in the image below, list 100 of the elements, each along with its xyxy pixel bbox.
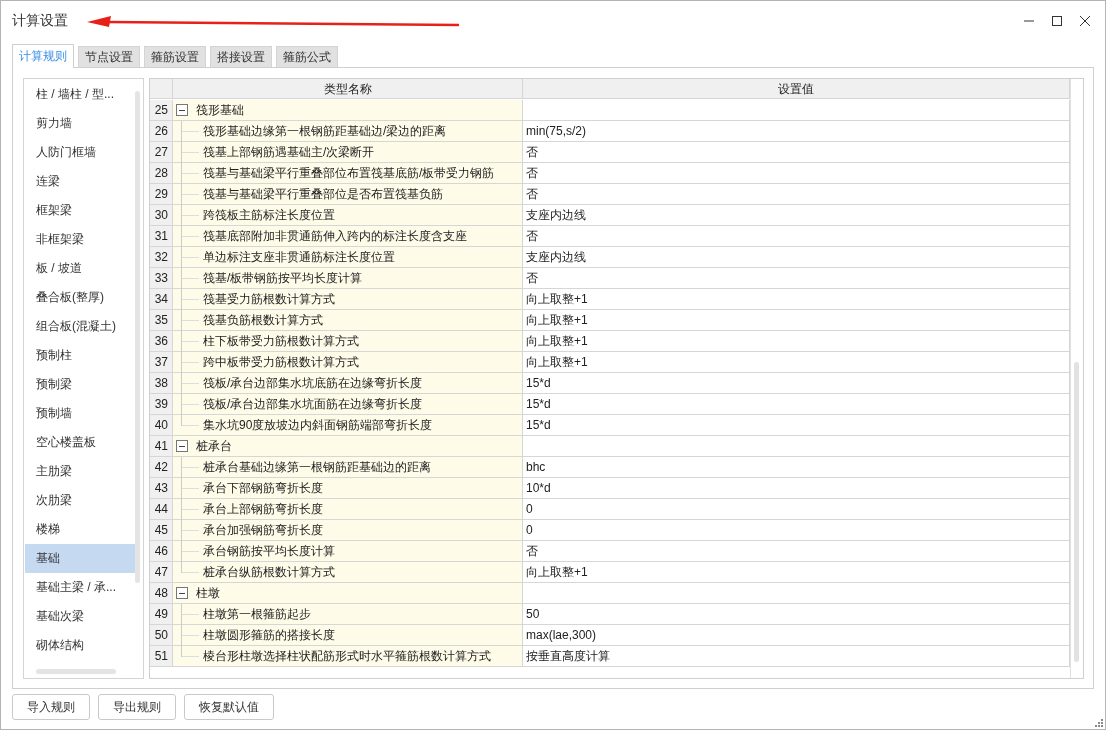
action-button[interactable]: 导出规则 [98, 694, 176, 720]
setting-name: 筏板/承台边部集水坑底筋在边缘弯折长度 [203, 374, 423, 392]
sidebar-item[interactable]: 叠合板(整厚) [25, 283, 135, 312]
close-icon[interactable] [1079, 15, 1091, 27]
sidebar-item[interactable]: 预制柱 [25, 341, 135, 370]
setting-value[interactable]: 向上取整+1 [523, 310, 1070, 331]
sidebar-item[interactable]: 基础次梁 [25, 602, 135, 631]
setting-value[interactable]: 50 [523, 604, 1070, 625]
sidebar-item[interactable]: 框架梁 [25, 196, 135, 225]
action-button[interactable]: 导入规则 [12, 694, 90, 720]
setting-name: 承台上部钢筋弯折长度 [203, 500, 323, 518]
setting-name: 柱墩圆形箍筋的搭接长度 [203, 626, 335, 644]
tab[interactable]: 节点设置 [78, 46, 140, 67]
row-number: 38 [150, 373, 173, 394]
setting-value[interactable]: 向上取整+1 [523, 352, 1070, 373]
maximize-icon[interactable] [1051, 15, 1063, 27]
column-header[interactable]: 类型名称 [173, 79, 523, 99]
tab[interactable]: 搭接设置 [210, 46, 272, 67]
setting-name: 筏板/承台边部集水坑面筋在边缘弯折长度 [203, 395, 423, 413]
setting-value[interactable]: max(lae,300) [523, 625, 1070, 646]
sidebar-item[interactable]: 预制墙 [25, 399, 135, 428]
sidebar-item[interactable]: 预制梁 [25, 370, 135, 399]
setting-name: 筏基受力筋根数计算方式 [203, 290, 335, 308]
setting-value[interactable]: 向上取整+1 [523, 562, 1070, 583]
sidebar-item[interactable]: 主肋梁 [25, 457, 135, 486]
table-cell[interactable] [523, 436, 1070, 457]
sidebar-item[interactable]: 基础主梁 / 承... [25, 573, 135, 602]
setting-value[interactable]: 15*d [523, 373, 1070, 394]
row-number: 44 [150, 499, 173, 520]
action-button[interactable]: 恢复默认值 [184, 694, 274, 720]
sidebar-item[interactable]: 连梁 [25, 167, 135, 196]
setting-value[interactable]: bhc [523, 457, 1070, 478]
setting-value[interactable]: min(75,s/2) [523, 121, 1070, 142]
row-number: 36 [150, 331, 173, 352]
row-number: 42 [150, 457, 173, 478]
tab[interactable]: 计算规则 [12, 44, 74, 68]
setting-value[interactable]: 支座内边线 [523, 205, 1070, 226]
row-number: 41 [150, 436, 173, 457]
sidebar-item[interactable]: 楼梯 [25, 515, 135, 544]
row-number: 35 [150, 310, 173, 331]
setting-value[interactable]: 15*d [523, 394, 1070, 415]
setting-name: 跨中板带受力筋根数计算方式 [203, 353, 359, 371]
setting-value[interactable]: 支座内边线 [523, 247, 1070, 268]
setting-value[interactable]: 否 [523, 226, 1070, 247]
row-number: 25 [150, 100, 173, 121]
setting-name: 筏基负筋根数计算方式 [203, 311, 323, 329]
row-number: 27 [150, 142, 173, 163]
collapse-toggle[interactable] [176, 104, 188, 116]
row-number: 31 [150, 226, 173, 247]
row-number: 32 [150, 247, 173, 268]
row-number: 28 [150, 163, 173, 184]
column-header[interactable]: 设置值 [523, 79, 1070, 99]
row-number: 50 [150, 625, 173, 646]
setting-name: 承台钢筋按平均长度计算 [203, 542, 335, 560]
sidebar-item[interactable]: 柱 / 墙柱 / 型... [25, 80, 135, 109]
window-title: 计算设置 [12, 12, 68, 30]
setting-value[interactable]: 否 [523, 184, 1070, 205]
sidebar-item[interactable]: 空心楼盖板 [25, 428, 135, 457]
setting-name: 筏基/板带钢筋按平均长度计算 [203, 269, 363, 287]
row-number: 43 [150, 478, 173, 499]
scrollbar[interactable] [36, 669, 116, 674]
setting-value[interactable]: 10*d [523, 478, 1070, 499]
setting-name: 柱下板带受力筋根数计算方式 [203, 332, 359, 350]
setting-name: 筏基上部钢筋遇基础主/次梁断开 [203, 143, 375, 161]
row-number: 39 [150, 394, 173, 415]
row-number: 49 [150, 604, 173, 625]
sidebar-item[interactable]: 板 / 坡道 [25, 254, 135, 283]
group-label: 桩承台 [196, 437, 232, 455]
group-label: 筏形基础 [196, 101, 244, 119]
row-number: 40 [150, 415, 173, 436]
sidebar-item[interactable]: 组合板(混凝土) [25, 312, 135, 341]
table-cell[interactable] [523, 583, 1070, 604]
scrollbar[interactable] [135, 91, 140, 583]
setting-name: 承台加强钢筋弯折长度 [203, 521, 323, 539]
sidebar-item[interactable]: 非框架梁 [25, 225, 135, 254]
setting-value[interactable]: 0 [523, 499, 1070, 520]
row-number: 48 [150, 583, 173, 604]
setting-name: 桩承台纵筋根数计算方式 [203, 563, 335, 581]
resize-grip-icon[interactable] [1094, 718, 1103, 727]
setting-value[interactable]: 否 [523, 163, 1070, 184]
collapse-toggle[interactable] [176, 587, 188, 599]
setting-value[interactable]: 0 [523, 520, 1070, 541]
row-number: 30 [150, 205, 173, 226]
setting-value[interactable]: 向上取整+1 [523, 331, 1070, 352]
sidebar-item[interactable]: 剪力墙 [25, 109, 135, 138]
sidebar-item[interactable]: 次肋梁 [25, 486, 135, 515]
setting-name: 筏基与基础梁平行重叠部位布置筏基底筋/板带受力钢筋 [203, 164, 495, 182]
sidebar-item[interactable]: 基础 [25, 544, 135, 573]
sidebar-item[interactable]: 人防门框墙 [25, 138, 135, 167]
setting-value[interactable]: 否 [523, 541, 1070, 562]
setting-value[interactable]: 否 [523, 268, 1070, 289]
collapse-toggle[interactable] [176, 440, 188, 452]
tab[interactable]: 箍筋公式 [276, 46, 338, 67]
sidebar-item[interactable]: 砌体结构 [25, 631, 135, 660]
setting-value[interactable]: 向上取整+1 [523, 289, 1070, 310]
setting-value[interactable]: 否 [523, 142, 1070, 163]
setting-value[interactable]: 按垂直高度计算 [523, 646, 1070, 667]
setting-value[interactable]: 15*d [523, 415, 1070, 436]
tab[interactable]: 箍筋设置 [144, 46, 206, 67]
table-cell[interactable] [523, 100, 1070, 121]
